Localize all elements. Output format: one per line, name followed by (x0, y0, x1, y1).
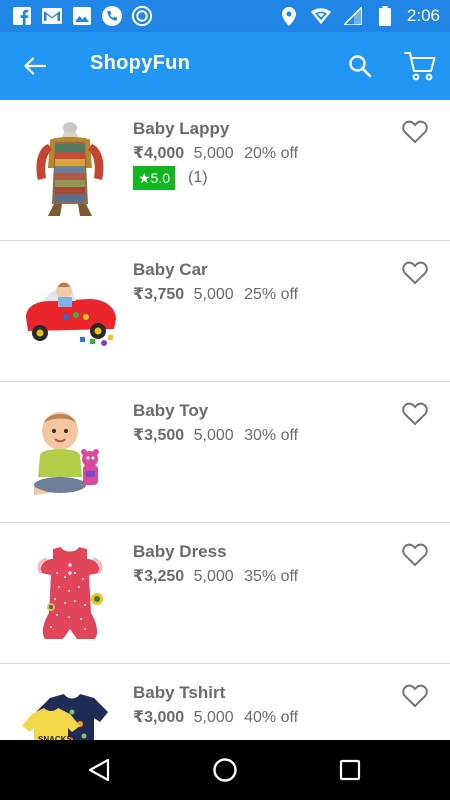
product-price: ₹3,250 (133, 568, 185, 585)
heart-outline-icon (402, 543, 428, 567)
baby-dress-image[interactable] (16, 539, 124, 647)
product-item[interactable]: Baby Lappy ₹4,000 5,000 20% off ★5.0 (1) (0, 100, 450, 241)
facebook-icon (12, 6, 32, 26)
gmail-icon (42, 6, 62, 26)
favorite-button[interactable] (400, 541, 430, 569)
product-name: Baby Dress (133, 542, 227, 561)
system-icons: 2:06 (279, 6, 440, 26)
price-line: ₹3,000 5,000 40% off (133, 707, 298, 727)
favorite-button[interactable] (400, 118, 430, 146)
baby-tshirt-image[interactable]: SNACKS (16, 680, 124, 740)
rating-count: (1) (188, 169, 208, 186)
product-discount: 35% off (244, 568, 299, 585)
price-line: ₹3,500 5,000 30% off (133, 425, 298, 445)
app-bar: ShopyFun (0, 32, 450, 100)
clock-time: 2:06 (406, 6, 440, 25)
product-item[interactable]: Baby Car ₹3,750 5,000 25% off (0, 241, 450, 382)
product-mrp: 5,000 (193, 427, 234, 444)
product-price: ₹3,500 (133, 427, 185, 444)
arrow-back-icon (24, 57, 46, 75)
product-name: Baby Car (133, 260, 208, 279)
signal-icon (343, 6, 363, 26)
product-mrp: 5,000 (193, 568, 234, 585)
location-icon (279, 6, 299, 26)
search-icon (349, 55, 372, 78)
cart-button[interactable] (401, 48, 439, 84)
heart-outline-icon (402, 402, 428, 426)
price-line: ₹3,250 5,000 35% off (133, 566, 298, 586)
favorite-button[interactable] (400, 259, 430, 287)
baby-with-toy-image[interactable] (16, 398, 124, 506)
product-mrp: 5,000 (193, 286, 234, 303)
phone-icon (102, 6, 122, 26)
search-button[interactable] (344, 50, 376, 82)
product-list[interactable]: Baby Lappy ₹4,000 5,000 20% off ★5.0 (1) (0, 100, 450, 740)
app-icon (132, 5, 152, 27)
nav-home-button[interactable] (209, 754, 241, 786)
app-title: ShopyFun (90, 52, 191, 74)
rating-line: ★5.0 (1) (133, 166, 208, 190)
heart-outline-icon (402, 684, 428, 708)
product-discount: 20% off (244, 145, 299, 162)
nav-recents-button[interactable] (334, 754, 366, 786)
product-discount: 25% off (244, 286, 299, 303)
product-price: ₹3,750 (133, 286, 185, 303)
cart-icon (404, 52, 436, 81)
product-discount: 30% off (244, 427, 299, 444)
back-button[interactable] (18, 50, 52, 82)
price-line: ₹4,000 5,000 20% off (133, 143, 298, 163)
nav-back-icon (88, 758, 110, 782)
product-price: ₹3,000 (133, 709, 185, 726)
product-name: Baby Toy (133, 401, 209, 420)
toy-car-image[interactable] (16, 257, 124, 365)
nav-recents-icon (339, 759, 361, 781)
heart-outline-icon (402, 120, 428, 144)
product-item[interactable]: Baby Dress ₹3,250 5,000 35% off (0, 523, 450, 664)
system-nav-bar (0, 740, 450, 800)
status-bar: 2:06 (0, 0, 450, 32)
favorite-button[interactable] (400, 682, 430, 710)
nav-back-button[interactable] (83, 754, 115, 786)
wifi-icon (310, 6, 331, 26)
notification-icons (12, 5, 152, 27)
rating-badge: ★5.0 (133, 166, 176, 190)
product-name: Baby Tshirt (133, 683, 226, 702)
baby-carrier-image[interactable] (16, 116, 124, 224)
product-mrp: 5,000 (193, 145, 234, 162)
product-item[interactable]: SNACKS Baby Tshirt ₹3,000 5,000 40% off (0, 664, 450, 740)
battery-icon (375, 6, 395, 26)
product-mrp: 5,000 (193, 709, 234, 726)
product-item[interactable]: Baby Toy ₹3,500 5,000 30% off (0, 382, 450, 523)
product-name: Baby Lappy (133, 119, 230, 138)
product-price: ₹4,000 (133, 145, 185, 162)
product-discount: 40% off (244, 709, 299, 726)
heart-outline-icon (402, 261, 428, 285)
price-line: ₹3,750 5,000 25% off (133, 284, 298, 304)
gallery-icon (72, 6, 92, 26)
favorite-button[interactable] (400, 400, 430, 428)
nav-home-icon (213, 758, 237, 782)
